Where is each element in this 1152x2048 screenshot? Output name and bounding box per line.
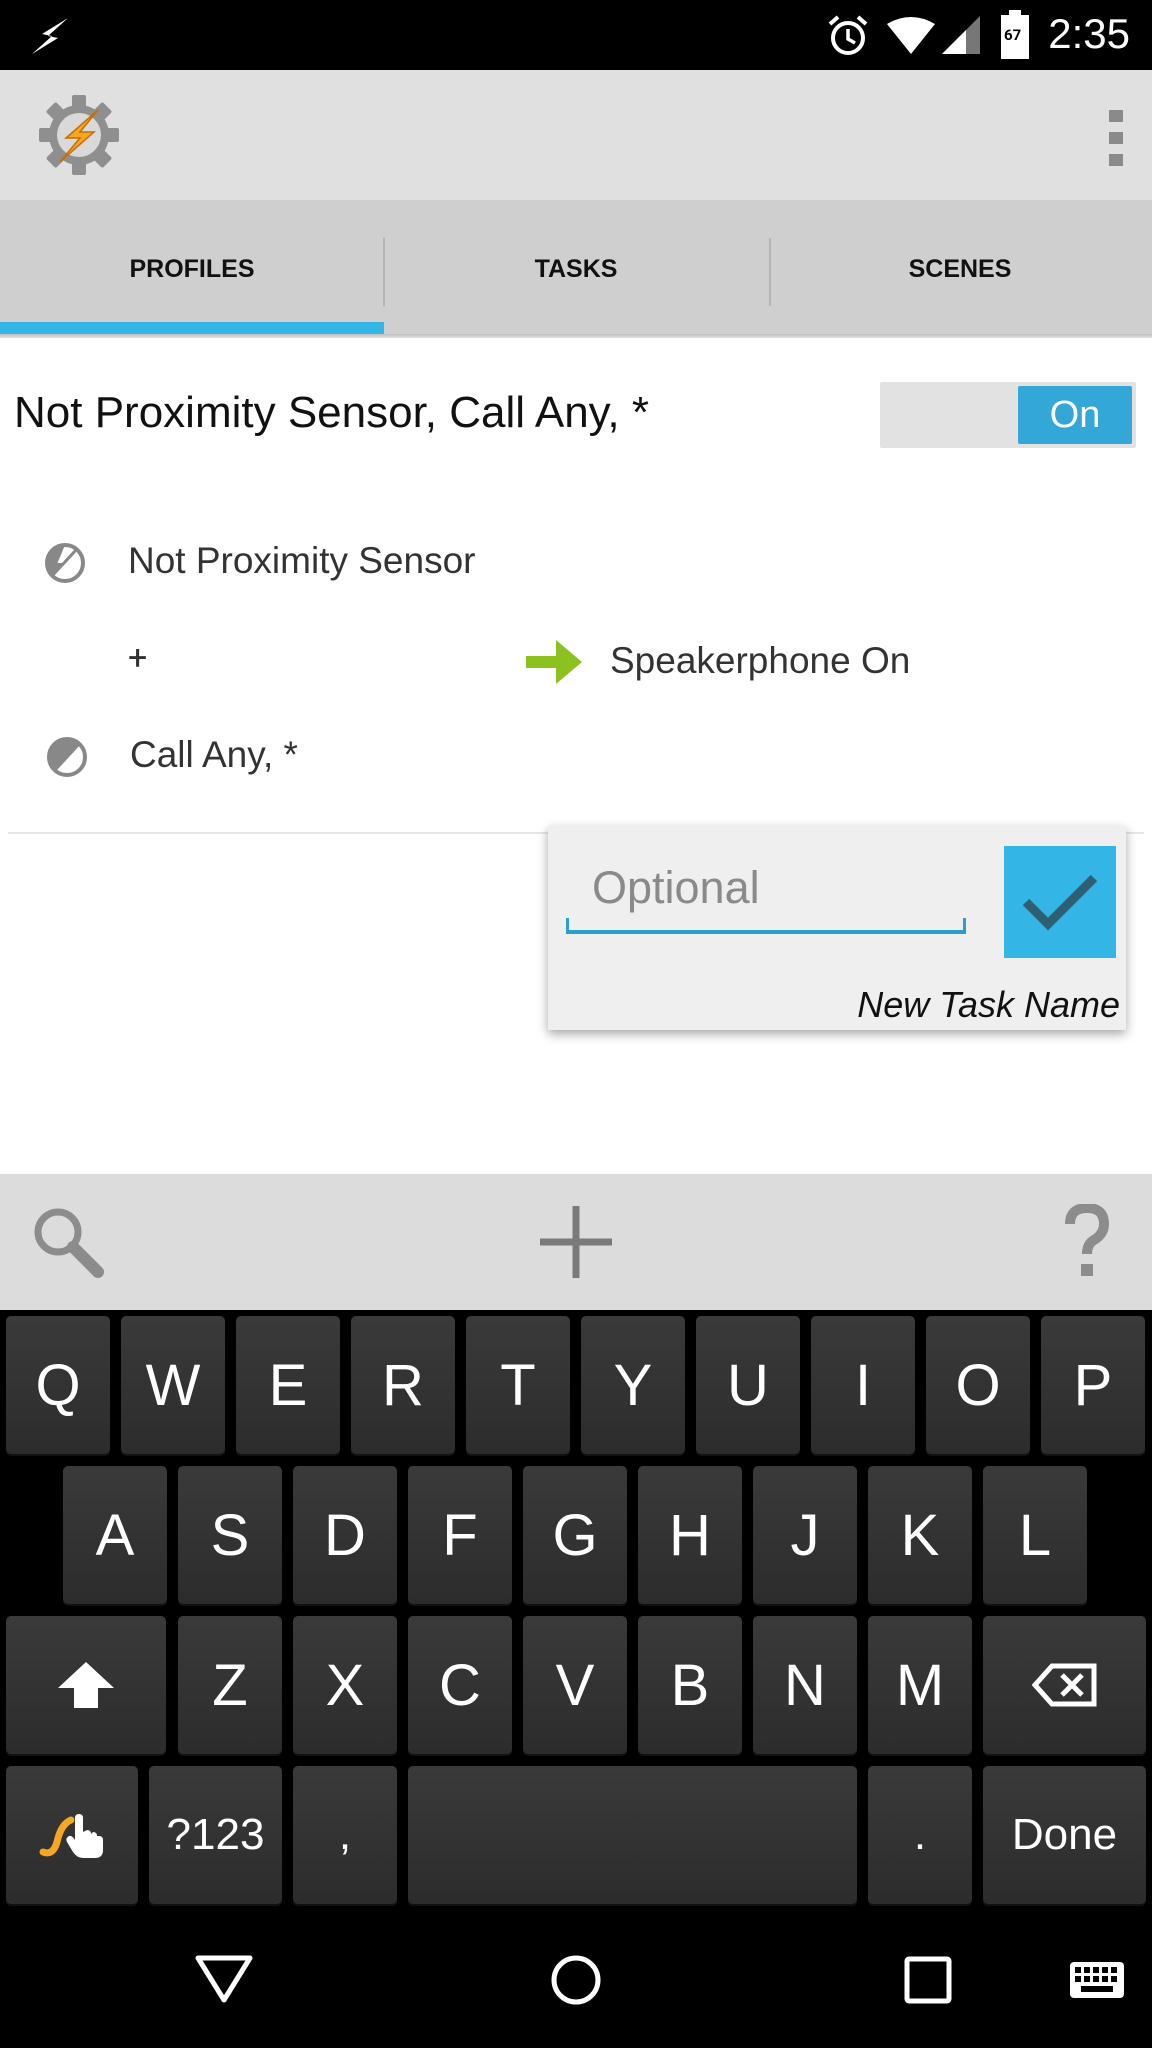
key-h[interactable]: H [638, 1466, 742, 1604]
tasker-logo-icon[interactable] [36, 92, 122, 178]
key-a[interactable]: A [63, 1466, 167, 1604]
shift-icon [58, 1662, 114, 1708]
done-key[interactable]: Done [983, 1766, 1146, 1904]
backspace-icon [1031, 1663, 1096, 1707]
dialog-caption: New Task Name [857, 984, 1120, 1025]
search-icon[interactable] [28, 1202, 108, 1282]
key-d[interactable]: D [293, 1466, 397, 1604]
soft-keyboard: Q W E R T Y U I O P A S D F G H J K L Z … [0, 1310, 1152, 1910]
input-underline [566, 930, 966, 934]
input-underline-tick [566, 918, 569, 932]
checkmark-icon [1022, 874, 1098, 931]
key-u[interactable]: U [696, 1316, 800, 1454]
key-w[interactable]: W [121, 1316, 225, 1454]
key-l[interactable]: L [983, 1466, 1087, 1604]
back-icon[interactable] [194, 1954, 254, 2004]
shift-key[interactable] [6, 1616, 166, 1754]
key-n[interactable]: N [753, 1616, 857, 1754]
context-label[interactable]: Call Any, * [130, 734, 298, 776]
task-arrow-icon [526, 640, 582, 684]
key-y[interactable]: Y [581, 1316, 685, 1454]
profile-toggle[interactable]: On [880, 382, 1136, 448]
signal-icon [942, 16, 980, 54]
key-o[interactable]: O [926, 1316, 1030, 1454]
period-key[interactable]: . [868, 1766, 972, 1904]
key-t[interactable]: T [466, 1316, 570, 1454]
key-k[interactable]: K [868, 1466, 972, 1604]
swype-icon [39, 1814, 103, 1858]
wifi-icon [887, 17, 935, 54]
help-icon[interactable] [1062, 1204, 1112, 1280]
task-name-field-wrapper [566, 846, 966, 942]
key-m[interactable]: M [868, 1616, 972, 1754]
tab-profiles[interactable]: PROFILES [0, 200, 384, 338]
input-underline-tick [963, 918, 966, 932]
key-p[interactable]: P [1041, 1316, 1145, 1454]
keyboard-switch-icon[interactable] [1068, 1960, 1126, 2000]
app-bar [0, 70, 1152, 200]
confirm-button[interactable] [1004, 846, 1116, 958]
key-r[interactable]: R [351, 1316, 455, 1454]
backspace-key[interactable] [983, 1616, 1146, 1754]
bottom-toolbar [0, 1174, 1152, 1310]
state-context-icon [45, 543, 85, 583]
task-name-input[interactable] [566, 846, 966, 930]
key-f[interactable]: F [408, 1466, 512, 1604]
comma-key[interactable]: , [293, 1766, 397, 1904]
home-icon[interactable] [550, 1954, 602, 2006]
alarm-icon [828, 15, 868, 55]
swype-key[interactable] [6, 1766, 138, 1904]
key-b[interactable]: B [638, 1616, 742, 1754]
flash-notification-icon [32, 18, 68, 54]
event-context-icon [47, 737, 87, 777]
symbols-key[interactable]: ?123 [149, 1766, 282, 1904]
new-task-name-dialog: New Task Name [548, 826, 1126, 1030]
profile-list: Not Proximity Sensor, Call Any, * On Not… [0, 338, 1152, 1174]
profile-title[interactable]: Not Proximity Sensor, Call Any, * [14, 388, 649, 438]
key-x[interactable]: X [293, 1616, 397, 1754]
key-v[interactable]: V [523, 1616, 627, 1754]
status-bar: 67 2:35 [0, 0, 1152, 70]
recents-icon[interactable] [904, 1956, 952, 2004]
key-j[interactable]: J [753, 1466, 857, 1604]
add-icon[interactable] [536, 1202, 616, 1282]
key-g[interactable]: G [523, 1466, 627, 1604]
toggle-on-label: On [1018, 386, 1132, 444]
clock: 2:35 [1048, 10, 1130, 57]
navigation-bar [0, 1910, 1152, 2048]
key-c[interactable]: C [408, 1616, 512, 1754]
key-e[interactable]: E [236, 1316, 340, 1454]
key-q[interactable]: Q [6, 1316, 110, 1454]
tab-tasks[interactable]: TASKS [384, 200, 768, 338]
key-i[interactable]: I [811, 1316, 915, 1454]
tab-scenes[interactable]: SCENES [768, 200, 1152, 338]
space-key[interactable] [408, 1766, 857, 1904]
context-label[interactable]: Not Proximity Sensor [128, 540, 476, 582]
task-label[interactable]: Speakerphone On [610, 640, 910, 682]
key-s[interactable]: S [178, 1466, 282, 1604]
context-plus: + [128, 638, 148, 678]
overflow-menu-icon[interactable] [1106, 108, 1126, 168]
tab-bar: PROFILES TASKS SCENES [0, 200, 1152, 338]
key-z[interactable]: Z [178, 1616, 282, 1754]
battery-level: 67 [1004, 26, 1022, 44]
